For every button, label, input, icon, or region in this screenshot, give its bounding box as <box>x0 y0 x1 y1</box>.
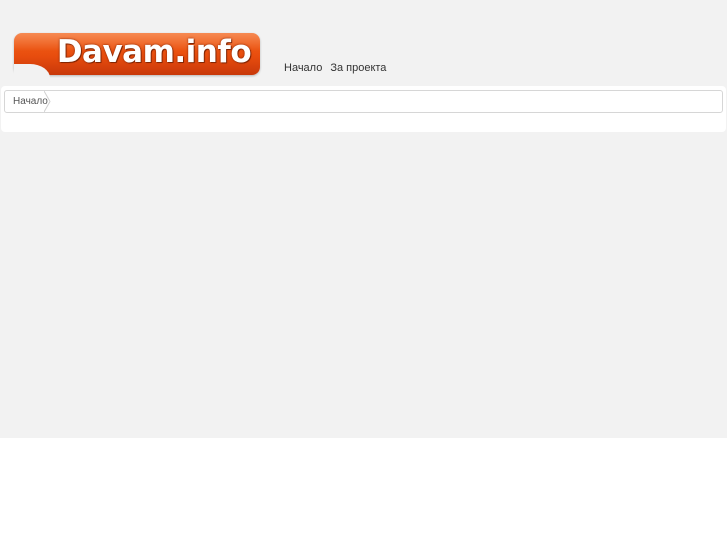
site-header: Davam.info Начало За проекта <box>0 0 727 86</box>
main-nav: Начало За проекта <box>284 62 386 74</box>
site-logo[interactable]: Davam.info <box>14 33 260 78</box>
content-panel: Начало <box>1 86 726 132</box>
breadcrumb-separator-icon <box>44 91 51 112</box>
logo-text: Davam.info <box>56 34 252 70</box>
logo-page-curl <box>14 64 50 78</box>
nav-link-about[interactable]: За проекта <box>330 62 386 74</box>
breadcrumb: Начало <box>4 90 723 113</box>
nav-link-home[interactable]: Начало <box>284 62 322 74</box>
